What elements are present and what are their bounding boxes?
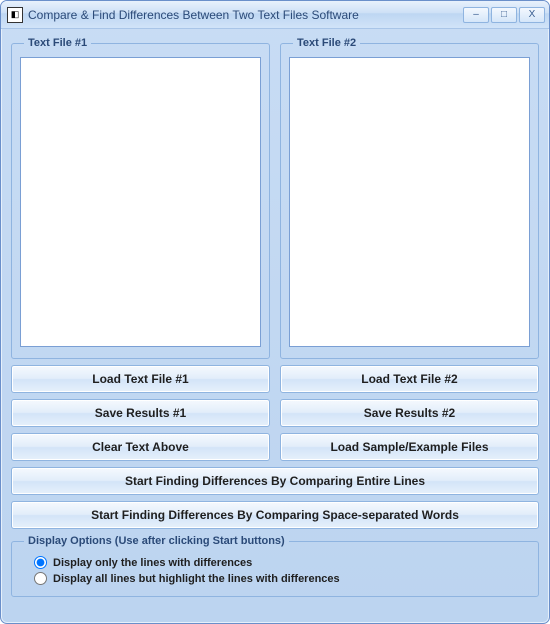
window-title: Compare & Find Differences Between Two T… (28, 8, 463, 22)
text-file-2-legend: Text File #2 (293, 37, 360, 49)
text-file-1-group: Text File #1 (11, 37, 270, 359)
display-options-legend: Display Options (Use after clicking Star… (24, 535, 289, 547)
display-options-group: Display Options (Use after clicking Star… (11, 535, 539, 597)
titlebar: ◧ Compare & Find Differences Between Two… (1, 1, 549, 29)
text-file-2-input[interactable] (289, 57, 530, 347)
save-buttons-row: Save Results #1 Save Results #2 (11, 399, 539, 427)
clear-text-button[interactable]: Clear Text Above (11, 433, 270, 461)
start-compare-lines-button[interactable]: Start Finding Differences By Comparing E… (11, 467, 539, 495)
app-window: ◧ Compare & Find Differences Between Two… (0, 0, 550, 624)
window-controls: – □ X (463, 7, 545, 23)
load-buttons-row: Load Text File #1 Load Text File #2 (11, 365, 539, 393)
save-results-1-button[interactable]: Save Results #1 (11, 399, 270, 427)
option-diff-only-radio[interactable] (34, 556, 47, 569)
minimize-button[interactable]: – (463, 7, 489, 23)
option-diff-only-row[interactable]: Display only the lines with differences (34, 556, 528, 569)
load-file-2-button[interactable]: Load Text File #2 (280, 365, 539, 393)
option-highlight-label: Display all lines but highlight the line… (53, 573, 340, 585)
client-area: Text File #1 Text File #2 Load Text File… (1, 29, 549, 623)
load-file-1-button[interactable]: Load Text File #1 (11, 365, 270, 393)
maximize-button[interactable]: □ (491, 7, 517, 23)
right-column: Text File #2 (280, 37, 539, 359)
util-buttons-row: Clear Text Above Load Sample/Example Fil… (11, 433, 539, 461)
maximize-icon: □ (501, 9, 507, 20)
save-results-2-button[interactable]: Save Results #2 (280, 399, 539, 427)
app-icon: ◧ (7, 7, 23, 23)
left-column: Text File #1 (11, 37, 270, 359)
close-icon: X (529, 9, 536, 20)
text-file-1-input[interactable] (20, 57, 261, 347)
option-diff-only-label: Display only the lines with differences (53, 557, 252, 569)
option-highlight-radio[interactable] (34, 572, 47, 585)
close-button[interactable]: X (519, 7, 545, 23)
minimize-icon: – (473, 9, 479, 20)
text-panels-row: Text File #1 Text File #2 (11, 37, 539, 359)
option-highlight-row[interactable]: Display all lines but highlight the line… (34, 572, 528, 585)
text-file-1-legend: Text File #1 (24, 37, 91, 49)
load-sample-button[interactable]: Load Sample/Example Files (280, 433, 539, 461)
text-file-2-group: Text File #2 (280, 37, 539, 359)
start-compare-words-button[interactable]: Start Finding Differences By Comparing S… (11, 501, 539, 529)
